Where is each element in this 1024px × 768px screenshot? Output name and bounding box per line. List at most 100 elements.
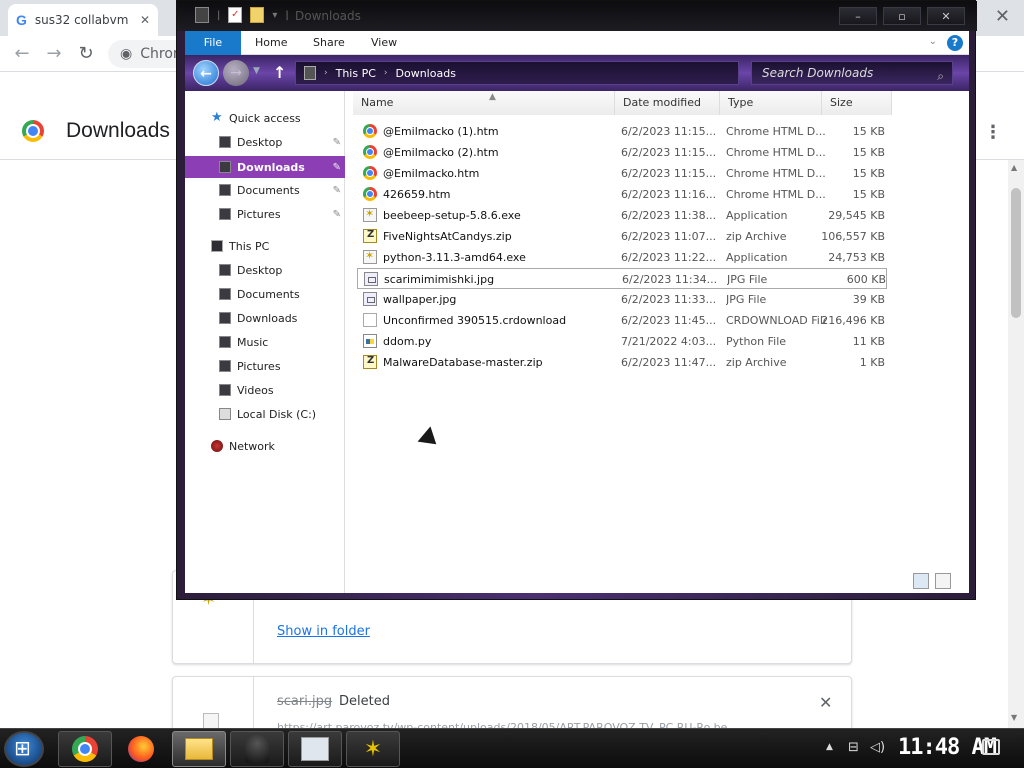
show-hidden-icons-icon[interactable]: ▲ [826, 742, 833, 752]
nav-qa-documents[interactable]: Documents ✎ [185, 179, 345, 201]
pin-icon[interactable]: ✎ [333, 185, 341, 196]
google-icon: G [16, 12, 27, 28]
nav-label: Videos [237, 383, 274, 397]
tab-file[interactable]: File [185, 31, 241, 55]
file-date: 6/2/2023 11:15... [621, 125, 717, 138]
file-name: Unconfirmed 390515.crdownload [383, 314, 567, 327]
breadcrumb-downloads[interactable]: Downloads [396, 67, 456, 80]
nav-pc-downloads[interactable]: Downloads [185, 307, 345, 329]
up-arrow-icon[interactable]: ↑ [273, 63, 286, 82]
nav-qa-pictures[interactable]: Pictures ✎ [185, 203, 345, 225]
breadcrumb-this-pc[interactable]: This PC [336, 67, 376, 80]
maximize-button[interactable]: ▫ [883, 7, 921, 25]
taskbar-beebeep[interactable]: ✶ [346, 731, 400, 767]
taskbar-chrome[interactable] [58, 731, 112, 767]
nav-pc-music[interactable]: Music [185, 331, 345, 353]
breadcrumb-separator[interactable]: › [324, 68, 328, 78]
chrome-scrollbar-thumb[interactable] [1011, 188, 1021, 318]
nav-label: Local Disk (C:) [237, 407, 317, 421]
explorer-app-icon[interactable] [195, 7, 209, 23]
file-row[interactable]: @Emilmacko.htm 6/2/2023 11:15... Chrome HT… [357, 163, 887, 184]
nav-pc-local-disk[interactable]: Local Disk (C:) [185, 403, 345, 425]
nav-network[interactable]: Network [185, 435, 345, 457]
scroll-down-icon[interactable]: ▼ [1011, 713, 1017, 722]
file-row[interactable]: MalwareDatabase-master.zip 6/2/2023 11:47… [357, 352, 887, 373]
breadcrumb-separator[interactable]: › [384, 68, 388, 78]
file-row[interactable]: @Emilmacko (1).htm 6/2/2023 11:15... Chrom… [357, 121, 887, 142]
tab-home[interactable]: Home [243, 31, 299, 55]
volume-icon[interactable]: ◁) [870, 740, 885, 755]
file-row[interactable]: wallpaper.jpg 6/2/2023 11:33... JPG File 39… [357, 289, 887, 310]
file-row[interactable]: beebeep-setup-5.8.6.exe 6/2/2023 11:38...… [357, 205, 887, 226]
chrome-logo-icon [22, 120, 44, 142]
action-center-icon[interactable] [982, 739, 1000, 755]
nav-qa-desktop[interactable]: Desktop ✎ [185, 131, 345, 153]
taskbar-firefox[interactable] [114, 731, 168, 767]
new-folder-icon[interactable] [250, 7, 265, 23]
column-header-name[interactable]: ▲ Name [353, 91, 615, 115]
chrome-tab[interactable]: G sus32 collabvm ✕ [8, 4, 158, 36]
nav-this-pc[interactable]: This PC [185, 235, 345, 257]
file-row[interactable]: Unconfirmed 390515.crdownload 6/2/2023 11… [357, 310, 887, 331]
toolbar-separator: | [285, 9, 289, 21]
deleted-status: Deleted [339, 694, 390, 709]
file-size: 39 KB [852, 293, 885, 306]
tab-view[interactable]: View [359, 31, 409, 55]
file-row[interactable]: @Emilmacko (2).htm 6/2/2023 11:15... Chrom… [357, 142, 887, 163]
column-header-type[interactable]: Type [720, 91, 822, 115]
deleted-file-name[interactable]: scari.jpg [277, 694, 332, 709]
start-button[interactable] [4, 731, 44, 767]
search-input[interactable]: Search Downloads ⌕ [751, 61, 953, 85]
explorer-titlebar[interactable]: | ▾ | Downloads – ▫ ✕ [177, 1, 977, 31]
close-button[interactable]: ✕ [927, 7, 965, 25]
remove-download-icon[interactable]: ✕ [819, 693, 832, 712]
properties-icon[interactable] [228, 7, 243, 23]
breadcrumb[interactable]: › This PC › Downloads [295, 61, 739, 85]
file-row[interactable]: python-3.11.3-amd64.exe 6/2/2023 11:22...… [357, 247, 887, 268]
file-row[interactable]: FiveNightsAtCandys.zip6/2/2023 11:07...z… [357, 226, 887, 247]
forward-button[interactable]: → [223, 60, 249, 86]
recent-locations-icon[interactable]: ▼ [253, 66, 260, 76]
reload-icon[interactable]: ↻ [74, 42, 98, 66]
desktop-icon [219, 136, 231, 148]
network-tray-icon[interactable]: ⊟ [848, 740, 859, 755]
back-arrow-icon[interactable]: ← [10, 42, 34, 66]
tab-close-icon[interactable]: ✕ [140, 13, 150, 27]
large-icons-view-icon[interactable] [935, 573, 951, 589]
customize-toolbar-icon[interactable]: ▾ [272, 10, 277, 21]
scroll-up-icon[interactable]: ▲ [1011, 163, 1017, 172]
search-icon[interactable]: ⌕ [937, 65, 944, 87]
column-header-size[interactable]: Size [822, 91, 892, 115]
pin-icon[interactable]: ✎ [333, 162, 341, 173]
details-view-icon[interactable] [913, 573, 929, 589]
file-date: 6/2/2023 11:38... [621, 209, 717, 222]
img-file-icon [363, 292, 377, 306]
nav-pc-pictures[interactable]: Pictures [185, 355, 345, 377]
file-size: 15 KB [852, 125, 885, 138]
exe-file-icon [363, 207, 377, 222]
help-icon[interactable]: ? [947, 35, 963, 51]
file-row[interactable]: scarimimimishki.jpg 6/2/2023 11:34... JPG … [357, 268, 887, 289]
forward-arrow-icon[interactable]: → [42, 42, 66, 66]
column-header-date[interactable]: Date modified [615, 91, 720, 115]
nav-pc-videos[interactable]: Videos [185, 379, 345, 401]
minimize-button[interactable]: – [839, 7, 877, 25]
taskbar-app-figure[interactable] [230, 731, 284, 767]
tab-share[interactable]: Share [301, 31, 357, 55]
back-button[interactable]: ← [193, 60, 219, 86]
chrome-close-icon[interactable]: ✕ [995, 6, 1010, 27]
expand-ribbon-icon[interactable]: ⌄ [929, 36, 937, 47]
nav-qa-downloads[interactable]: Downloads ✎ [185, 156, 345, 178]
pin-icon[interactable]: ✎ [333, 137, 341, 148]
taskbar-file-explorer[interactable] [172, 731, 226, 767]
img-file-icon [364, 272, 378, 286]
file-row[interactable]: 426659.htm 6/2/2023 11:16... Chrome HTML D… [357, 184, 887, 205]
nav-quick-access[interactable]: ★ Quick access [185, 107, 345, 129]
file-row[interactable]: ddom.py 7/21/2022 4:03... Python File 11 KB [357, 331, 887, 352]
nav-pc-desktop[interactable]: Desktop [185, 259, 345, 281]
pin-icon[interactable]: ✎ [333, 209, 341, 220]
taskbar-task-manager[interactable] [288, 731, 342, 767]
more-menu-icon[interactable]: ⋮ [984, 122, 1002, 143]
nav-pc-documents[interactable]: Documents [185, 283, 345, 305]
show-in-folder-link[interactable]: Show in folder [277, 624, 370, 639]
